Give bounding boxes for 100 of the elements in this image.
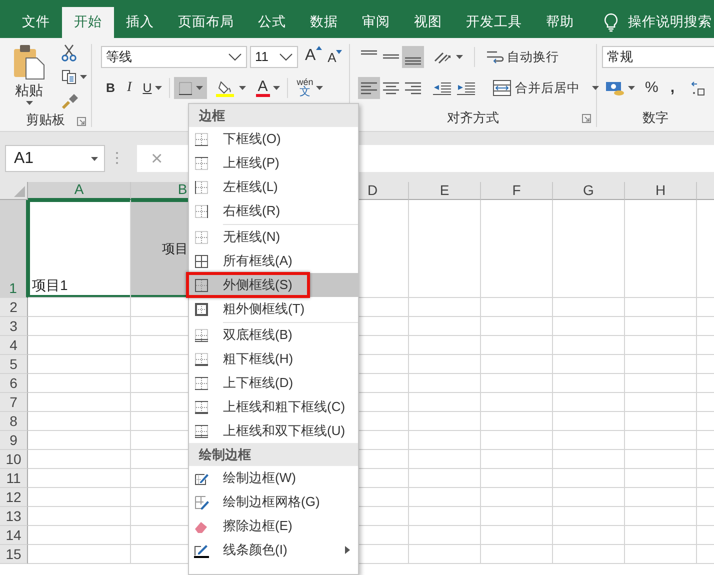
table-cell	[409, 317, 481, 336]
menu-item[interactable]: 上框线和粗下框线(C)	[189, 395, 358, 419]
double-bottom-border-icon	[194, 328, 209, 342]
menu-item[interactable]: 下框线(O)	[189, 127, 358, 151]
table-cell	[553, 317, 625, 336]
align-lines-icon	[405, 56, 421, 66]
align-left-button[interactable]	[358, 77, 380, 99]
table-cell	[409, 545, 481, 564]
phonetic-guide-button[interactable]: wén 文	[294, 77, 326, 99]
row-header[interactable]: 11	[0, 469, 28, 488]
align-lines-icon	[361, 82, 377, 94]
menu-item[interactable]: 绘制边框(W)	[189, 466, 358, 490]
indent-icon	[457, 81, 475, 95]
row-header[interactable]: 3	[0, 317, 28, 336]
menu-item[interactable]: 绘制边框网格(G)	[189, 490, 358, 514]
table-cell: 项目1	[28, 200, 131, 298]
italic-button[interactable]: I	[124, 77, 135, 99]
borders-button[interactable]	[174, 77, 207, 99]
paint-bucket-icon	[216, 79, 236, 97]
menu-item[interactable]: 外侧框线(S)	[189, 273, 358, 297]
row-header[interactable]: 4	[0, 336, 28, 355]
number-format-field[interactable]: 常规	[602, 46, 714, 68]
bold-button[interactable]: B	[103, 77, 118, 99]
group-label: 数字	[642, 110, 668, 126]
table-cell	[625, 545, 697, 564]
table-cell	[625, 431, 697, 450]
ribbon-tab[interactable]: 插入	[114, 7, 166, 38]
menu-item[interactable]: 粗外侧框线(T)	[189, 297, 358, 321]
column-header[interactable]: F	[481, 182, 553, 200]
menu-item[interactable]: 线条颜色(I)	[189, 538, 358, 562]
table-cell	[625, 317, 697, 336]
row-header[interactable]: 12	[0, 488, 28, 507]
paste-button[interactable]: 粘贴	[6, 44, 52, 110]
row-header[interactable]: 8	[0, 412, 28, 431]
menu-item[interactable]: 上框线(P)	[189, 151, 358, 175]
table-cell	[625, 450, 697, 469]
ribbon-tab[interactable]: 审阅	[350, 7, 402, 38]
table-cell	[481, 488, 553, 507]
font-name-field[interactable]: 等线	[101, 46, 247, 68]
row-header[interactable]: 10	[0, 450, 28, 469]
ribbon-tab[interactable]: 公式	[246, 7, 298, 38]
font-color-button[interactable]: A	[252, 77, 283, 99]
outdent-icon	[433, 81, 451, 95]
table-cell	[625, 526, 697, 545]
menu-item[interactable]: 双底框线(B)	[189, 323, 358, 347]
comma-style-button[interactable]: ,	[667, 77, 678, 99]
row-header[interactable]: 14	[0, 526, 28, 545]
column-header[interactable]: G	[553, 182, 625, 200]
row-header[interactable]: 9	[0, 431, 28, 450]
table-cell	[553, 374, 625, 393]
row-header[interactable]: 7	[0, 393, 28, 412]
clipboard-icon	[12, 44, 46, 80]
menu-item[interactable]: 擦除边框(E)	[189, 514, 358, 538]
row-header[interactable]: 13	[0, 507, 28, 526]
row-header[interactable]: 5	[0, 355, 28, 374]
group-label: 对齐方式	[447, 110, 499, 126]
wrap-text-button[interactable]: 自动换行	[483, 46, 562, 68]
launcher-icon[interactable]	[77, 117, 86, 126]
column-header[interactable]: E	[409, 182, 481, 200]
table-cell	[481, 507, 553, 526]
ribbon-tab[interactable]: 开发工具	[454, 7, 534, 38]
row-header[interactable]: 15	[0, 545, 28, 564]
triangle-up-icon	[316, 46, 322, 50]
ribbon-tab[interactable]: 数据	[298, 7, 350, 38]
font-size-field[interactable]: 11	[250, 46, 298, 68]
table-cell	[481, 336, 553, 355]
table-cell	[409, 431, 481, 450]
shrink-font-button[interactable]: A	[324, 46, 346, 68]
percent-button[interactable]: %	[642, 77, 662, 99]
ribbon-tab[interactable]: 视图	[402, 7, 454, 38]
pencil-line-icon	[194, 542, 209, 558]
thick-outside-border-icon	[194, 302, 209, 316]
table-cell	[409, 355, 481, 374]
table-cell	[625, 507, 697, 526]
ribbon-tab[interactable]: 帮助	[534, 7, 586, 38]
row-header[interactable]: 1	[0, 200, 28, 298]
row-header[interactable]: 2	[0, 298, 28, 317]
menu-item[interactable]: 上下框线(D)	[189, 371, 358, 395]
underline-button[interactable]: U	[140, 77, 165, 99]
table-cell	[409, 488, 481, 507]
ribbon-tab[interactable]: 开始	[62, 7, 114, 38]
menu-item[interactable]: 粗下框线(H)	[189, 347, 358, 371]
column-header[interactable]: A	[28, 182, 131, 200]
table-cell	[481, 431, 553, 450]
grow-font-button[interactable]: A	[302, 46, 325, 68]
column-header[interactable]: H	[625, 182, 697, 200]
align-bottom-button[interactable]	[402, 46, 424, 68]
row-header[interactable]: 6	[0, 374, 28, 393]
ribbon-tab[interactable]: 文件	[10, 7, 62, 38]
table-cell	[553, 298, 625, 317]
launcher-icon[interactable]	[582, 114, 591, 123]
merge-center-button[interactable]: 合并后居中	[490, 77, 602, 99]
ribbon-tab[interactable]: 页面布局	[166, 7, 246, 38]
left-border-icon	[194, 180, 209, 194]
table-cell	[481, 450, 553, 469]
tell-me-search[interactable]: 操作说明搜索	[604, 7, 712, 38]
menu-item[interactable]: 上框线和双下框线(U)	[189, 419, 358, 443]
top-double-bottom-border-icon	[194, 424, 209, 438]
table-cell	[409, 526, 481, 545]
name-box[interactable]: A1	[5, 145, 105, 172]
